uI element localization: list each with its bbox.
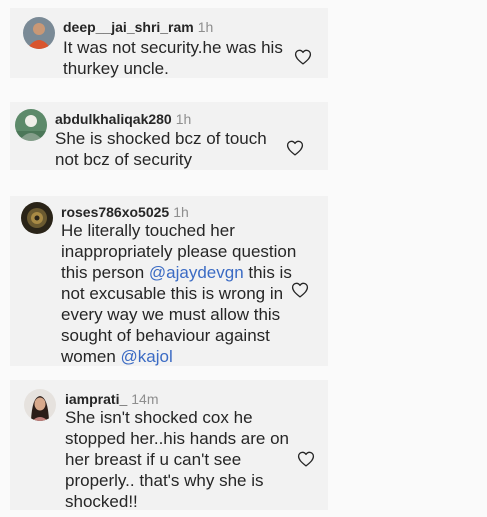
comment-text-segment: not bcz of security: [55, 150, 193, 169]
comment-line: shocked!!: [65, 491, 289, 512]
comment-header: iamprati_ 14m: [65, 390, 158, 408]
comment-text: She isn't shocked cox he stopped her..his…: [65, 407, 289, 512]
comment-line: her breast if u can't see: [65, 449, 289, 470]
timestamp: 1h: [197, 19, 214, 35]
timestamp: 14m: [131, 391, 159, 407]
comment-line: inappropriately please question: [61, 241, 296, 262]
comment-header: deep__jai_shri_ram 1h: [63, 18, 213, 36]
avatar[interactable]: [15, 109, 47, 141]
avatar[interactable]: [24, 389, 56, 421]
comments-section: deep__jai_shri_ram 1h It was not security…: [0, 0, 487, 517]
heart-outline-icon: [291, 282, 309, 298]
like-button[interactable]: [286, 140, 304, 156]
comment-text-segment: her breast if u can't see: [65, 450, 242, 469]
comment-line: properly.. that's why she is: [65, 470, 289, 491]
comment-line: not excusable this is wrong in: [61, 283, 296, 304]
comment-text: He literally touched her inappropriately …: [61, 220, 296, 367]
comment-text-segment: properly.. that's why she is: [65, 471, 264, 490]
comment-text-segment: sought of behaviour against: [61, 326, 270, 345]
comment-text-segment: He literally touched her: [61, 221, 235, 240]
username[interactable]: deep__jai_shri_ram: [63, 19, 194, 35]
comment-text-segment: every way we must allow this: [61, 305, 281, 324]
comment-text: It was not security.he was his thurkey un…: [63, 37, 283, 79]
timestamp: 1h: [173, 204, 189, 220]
comment-line: She isn't shocked cox he: [65, 407, 289, 428]
username[interactable]: iamprati_: [65, 391, 127, 407]
comment-text-segment: thurkey uncle.: [63, 59, 169, 78]
username[interactable]: roses786xo5025: [61, 204, 169, 220]
comment-header: abdulkhaliqak280 1h: [55, 110, 191, 128]
comment-line: every way we must allow this: [61, 304, 296, 325]
comment-line: It was not security.he was his: [63, 37, 283, 58]
comment-line: women @kajol: [61, 346, 296, 367]
timestamp: 1h: [175, 111, 192, 127]
comment-text-segment: She isn't shocked cox he: [65, 408, 253, 427]
comment-text: She is shocked bcz of touch not bcz of se…: [55, 128, 267, 170]
heart-outline-icon: [297, 451, 315, 467]
comment-text-segment: stopped her..his hands are on: [65, 429, 289, 448]
comment-text-segment: women: [61, 347, 121, 366]
comment-line: She is shocked bcz of touch: [55, 128, 267, 149]
comment-text-segment: inappropriately please question: [61, 242, 297, 261]
like-button[interactable]: [291, 282, 309, 298]
comment-text-segment: this person: [61, 263, 149, 282]
mention-link[interactable]: @ajaydevgn: [149, 263, 244, 282]
comment-line: this person @ajaydevgn this is: [61, 262, 296, 283]
comment-line: not bcz of security: [55, 149, 267, 170]
mention-link[interactable]: @kajol: [121, 347, 173, 366]
heart-outline-icon: [286, 140, 304, 156]
comment-text-segment: not excusable this is wrong in: [61, 284, 284, 303]
comment-text-segment: It was not security.he was his: [63, 38, 283, 57]
avatar[interactable]: [21, 202, 53, 234]
avatar[interactable]: [23, 17, 55, 49]
comment-text-segment: She is shocked bcz of touch: [55, 129, 267, 148]
comment-header: roses786xo5025 1h: [61, 203, 189, 221]
like-button[interactable]: [294, 49, 312, 65]
comment-line: sought of behaviour against: [61, 325, 296, 346]
username[interactable]: abdulkhaliqak280: [55, 111, 172, 127]
comment-line: He literally touched her: [61, 220, 296, 241]
heart-outline-icon: [294, 49, 312, 65]
comment-line: thurkey uncle.: [63, 58, 283, 79]
comment-text-segment: this is: [243, 263, 292, 282]
like-button[interactable]: [297, 451, 315, 467]
comment-text-segment: shocked!!: [65, 492, 138, 511]
comment-line: stopped her..his hands are on: [65, 428, 289, 449]
